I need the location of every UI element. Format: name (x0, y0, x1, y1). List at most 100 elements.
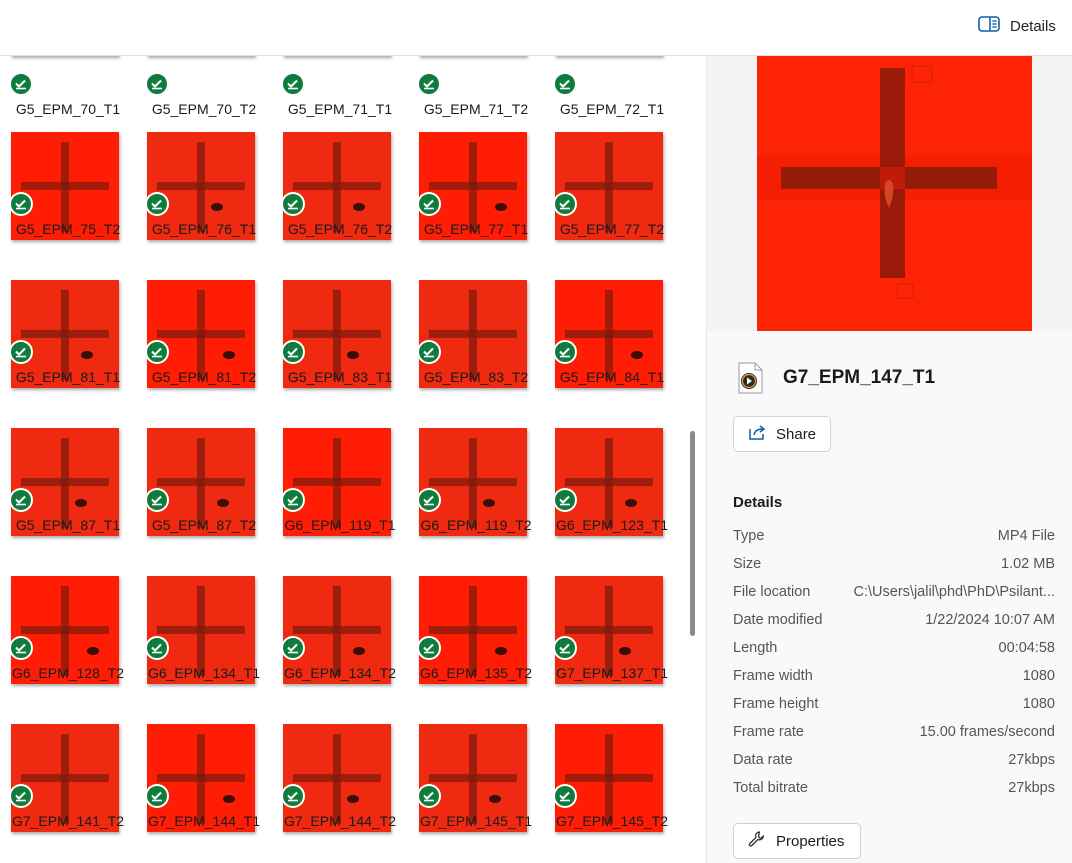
thumbnail-label: G7_EPM_145_T1 (419, 813, 533, 829)
sync-check-icon (9, 488, 33, 512)
detail-key: Length (733, 640, 778, 656)
thumbnail-tile[interactable]: G7_EPM_145_T2 (544, 704, 680, 852)
top-command-bar: Details (0, 0, 1072, 56)
thumbnail-tile[interactable]: G7_EPM_144_T2 (272, 704, 408, 852)
thumbnail-tile[interactable]: G5_EPM_76_T1 (136, 112, 272, 260)
share-button[interactable]: Share (733, 416, 831, 452)
thumbnail-tile[interactable]: G5_EPM_83_T2 (408, 260, 544, 408)
sync-check-icon (145, 636, 169, 660)
thumbnail-tile[interactable]: G5_EPM_77_T2 (544, 112, 680, 260)
thumbnail-tile[interactable]: G6_EPM_134_T1 (136, 556, 272, 704)
sync-check-icon (281, 192, 305, 216)
thumbnail-tile[interactable]: G7_EPM_145_T1 (408, 704, 544, 852)
thumbnail-label: G5_EPM_81_T2 (151, 369, 257, 385)
thumbnail-label: G5_EPM_87_T2 (151, 517, 257, 533)
thumbnail-tile[interactable]: G5_EPM_71_T2 (408, 56, 544, 117)
detail-key: Frame height (733, 696, 819, 712)
sync-check-icon (553, 192, 577, 216)
thumbnail-label: G7_EPM_141_T2 (11, 813, 125, 829)
scrollbar-thumb[interactable] (690, 431, 695, 636)
properties-button[interactable]: Properties (733, 823, 861, 859)
thumbnail-tile[interactable]: G5_EPM_77_T1 (408, 112, 544, 260)
detail-row: Size 1.02 MB (733, 556, 1055, 580)
video-preview (757, 56, 1032, 331)
thumbnail-label: G5_EPM_81_T1 (15, 369, 121, 385)
thumbnail-tile[interactable]: G5_EPM_75_T2 (0, 112, 136, 260)
thumbnail-tile[interactable]: G5_EPM_84_T1 (544, 260, 680, 408)
sync-check-icon (417, 340, 441, 364)
thumbnail-tile[interactable]: G6_EPM_123_T1 (544, 408, 680, 556)
sync-check-icon (417, 72, 441, 96)
sync-check-icon (553, 72, 577, 96)
thumbnail-tile[interactable]: G7_EPM_144_T1 (136, 704, 272, 852)
share-label: Share (776, 425, 817, 443)
detail-key: Frame width (733, 668, 813, 684)
details-toggle-label: Details (1010, 17, 1056, 35)
detail-key: Date modified (733, 612, 823, 628)
detail-value: 27kbps (1008, 752, 1055, 768)
grid-scrollbar[interactable] (683, 56, 707, 863)
thumbnail-tile[interactable]: G6_EPM_135_T2 (408, 556, 544, 704)
sync-check-icon (9, 72, 33, 96)
detail-key: Data rate (733, 752, 793, 768)
thumbnail-tile[interactable]: G5_EPM_70_T2 (136, 56, 272, 117)
sync-check-icon (417, 636, 441, 660)
sync-check-icon (281, 72, 305, 96)
sync-check-icon (9, 192, 33, 216)
sync-check-icon (145, 72, 169, 96)
thumbnail-label: G6_EPM_119_T1 (284, 517, 396, 533)
thumbnail-tile[interactable]: G5_EPM_70_T1 (0, 56, 136, 117)
thumbnail-label: G5_EPM_83_T1 (287, 369, 393, 385)
details-pane-toggle-button[interactable]: Details (970, 8, 1064, 44)
preview-area (707, 56, 1072, 331)
detail-key: File location (733, 584, 811, 600)
sync-check-icon (145, 192, 169, 216)
thumbnail-label: G6_EPM_134_T2 (283, 665, 397, 681)
thumbnail-label: G5_EPM_76_T2 (287, 221, 393, 237)
thumbnail-tile[interactable]: G7_EPM_141_T2 (0, 704, 136, 852)
thumbnail-label: G5_EPM_77_T2 (559, 221, 665, 237)
thumbnail-label: G5_EPM_87_T1 (15, 517, 121, 533)
thumbnail-label: G6_EPM_128_T2 (11, 665, 125, 681)
detail-key: Frame rate (733, 724, 804, 740)
thumbnail-tile[interactable]: G6_EPM_128_T2 (0, 556, 136, 704)
selected-file-name: G7_EPM_147_T1 (783, 367, 936, 388)
thumbnail-label: G7_EPM_144_T1 (147, 813, 261, 829)
detail-row: Length 00:04:58 (733, 640, 1055, 664)
thumbnail-label: G6_EPM_119_T2 (420, 517, 532, 533)
details-heading: Details (733, 494, 783, 511)
thumbnail-tile[interactable]: G6_EPM_119_T2 (408, 408, 544, 556)
detail-key: Size (733, 556, 762, 572)
sync-check-icon (281, 784, 305, 808)
detail-row: Frame rate 15.00 frames/second (733, 724, 1055, 748)
sync-check-icon (417, 192, 441, 216)
thumbnail-tile[interactable]: G6_EPM_119_T1 (272, 408, 408, 556)
detail-value: C:\Users\jalil\phd\PhD\Psilant... (853, 584, 1055, 600)
thumbnail-tile[interactable]: G5_EPM_71_T1 (272, 56, 408, 117)
detail-value: 15.00 frames/second (919, 724, 1055, 740)
thumbnail-tile[interactable]: G5_EPM_81_T2 (136, 260, 272, 408)
detail-value: 1080 (1022, 668, 1055, 684)
thumbnail-tile[interactable]: G5_EPM_76_T2 (272, 112, 408, 260)
sync-check-icon (145, 784, 169, 808)
thumbnail-label: G7_EPM_137_T1 (555, 665, 669, 681)
thumbnail-label: G6_EPM_123_T1 (555, 517, 669, 533)
detail-value: 27kbps (1008, 780, 1055, 796)
detail-value: 1.02 MB (1001, 556, 1055, 572)
thumbnail-tile[interactable]: G5_EPM_81_T1 (0, 260, 136, 408)
thumbnail-tile[interactable]: G5_EPM_72_T1 (544, 56, 680, 117)
thumbnail-tile[interactable]: G6_EPM_134_T2 (272, 556, 408, 704)
thumbnail-label: G6_EPM_135_T2 (419, 665, 533, 681)
detail-value: 1080 (1022, 696, 1055, 712)
thumbnail-tile[interactable]: G5_EPM_87_T2 (136, 408, 272, 556)
detail-row: Data rate 27kbps (733, 752, 1055, 776)
detail-row: Frame height 1080 (733, 696, 1055, 720)
sync-check-icon (553, 340, 577, 364)
sync-check-icon (553, 636, 577, 660)
sync-check-icon (417, 784, 441, 808)
thumbnail-tile[interactable]: G5_EPM_83_T1 (272, 260, 408, 408)
thumbnail-tile[interactable]: G5_EPM_87_T1 (0, 408, 136, 556)
thumbnail-tile[interactable]: G7_EPM_137_T1 (544, 556, 680, 704)
sync-check-icon (145, 488, 169, 512)
thumbnail-label: G5_EPM_84_T1 (559, 369, 665, 385)
